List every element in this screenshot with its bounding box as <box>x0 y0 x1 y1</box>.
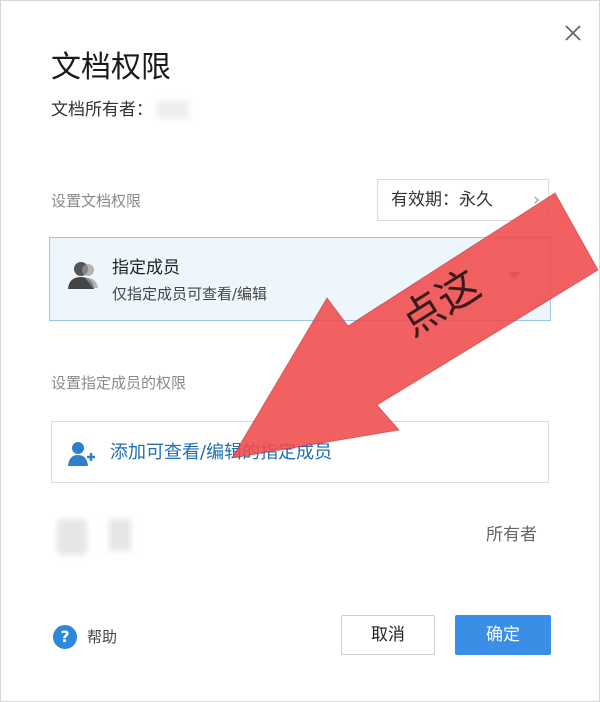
help-icon: ? <box>53 625 77 649</box>
owner-name-redacted <box>157 101 189 119</box>
chevron-right-icon: › <box>533 190 540 210</box>
cancel-button[interactable]: 取消 <box>341 615 435 655</box>
permission-type-select[interactable]: 指定成员 仅指定成员可查看/编辑 <box>49 237 551 321</box>
member-avatar-redacted <box>57 519 87 555</box>
owner-line: 文档所有者： <box>51 99 189 121</box>
caret-down-icon <box>508 272 520 279</box>
close-icon[interactable] <box>561 21 585 45</box>
permission-dialog: 文档权限 文档所有者： 设置文档权限 有效期：永久 › 指定成员 仅指定成员可查… <box>0 0 600 702</box>
validity-label: 有效期：永久 <box>391 190 493 210</box>
user-icon <box>68 262 98 289</box>
doc-permission-label: 设置文档权限 <box>51 192 142 210</box>
member-row: 所有者 <box>51 511 549 559</box>
permission-option-title: 指定成员 <box>112 258 180 278</box>
confirm-button[interactable]: 确定 <box>455 615 551 655</box>
validity-dropdown[interactable]: 有效期：永久 › <box>377 179 549 221</box>
add-user-icon <box>68 442 95 466</box>
member-permission-label: 设置指定成员的权限 <box>51 374 187 392</box>
dialog-title: 文档权限 <box>51 50 171 85</box>
member-name-redacted <box>109 519 131 551</box>
add-member-label: 添加可查看/编辑的指定成员 <box>110 442 333 463</box>
add-member-button[interactable]: 添加可查看/编辑的指定成员 <box>51 421 549 483</box>
member-role: 所有者 <box>486 525 537 545</box>
owner-label: 文档所有者： <box>51 100 153 120</box>
permission-option-description: 仅指定成员可查看/编辑 <box>112 285 268 303</box>
help-label: 帮助 <box>87 628 118 646</box>
